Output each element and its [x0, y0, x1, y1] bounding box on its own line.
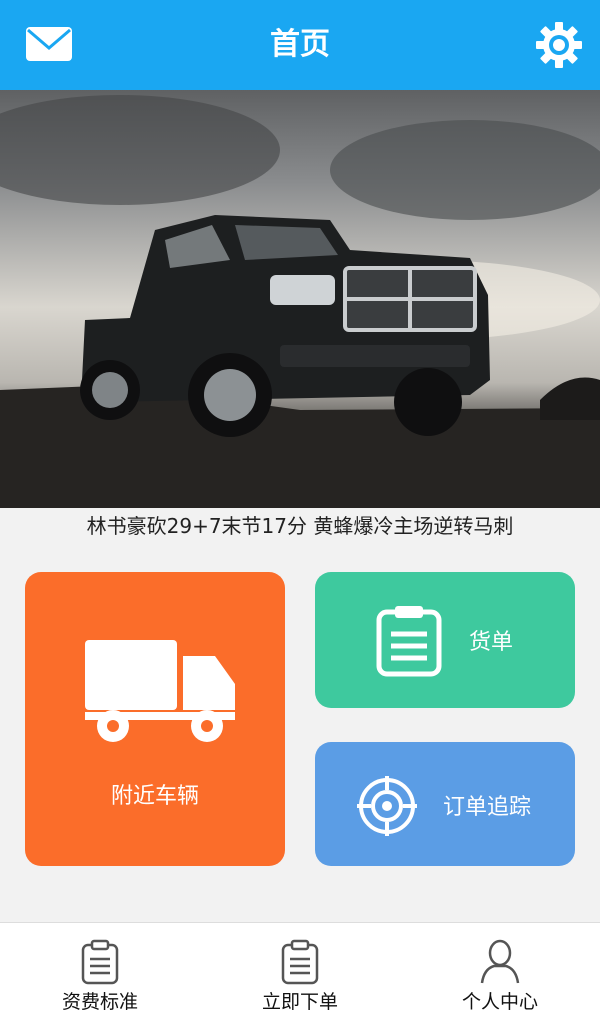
tab-order-now-label: 立即下单 [261, 991, 338, 1013]
clipboard-icon [281, 939, 319, 985]
tab-pricing[interactable]: 资费标准 [0, 923, 200, 1024]
clipboard-icon [376, 606, 442, 677]
user-icon [480, 939, 520, 984]
order-tracking-label: 订单追踪 [443, 795, 532, 820]
nearby-vehicles-tile[interactable]: 附近车辆 [25, 572, 285, 866]
tab-profile[interactable]: 个人中心 [400, 923, 600, 1024]
page-title: 首页 [270, 27, 330, 62]
gear-icon[interactable] [534, 20, 584, 70]
news-ticker[interactable]: 林书豪砍29+7末节17分 黄蜂爆冷主场逆转马刺 [0, 508, 600, 544]
pickup-truck-image [0, 95, 600, 508]
orders-label: 货单 [469, 630, 514, 655]
top-bar: 首页 [0, 0, 600, 90]
clipboard-icon [81, 939, 119, 985]
banner-image[interactable] [0, 90, 600, 508]
order-tracking-tile[interactable]: 订单追踪 [315, 742, 575, 866]
truck-icon [85, 640, 235, 742]
orders-tile[interactable]: 货单 [315, 572, 575, 708]
tab-order-now[interactable]: 立即下单 [200, 923, 400, 1024]
tab-profile-label: 个人中心 [461, 991, 538, 1013]
target-icon [357, 776, 417, 836]
bottom-tab-bar: 资费标准 立即下单 个人中心 [0, 922, 600, 1024]
nearby-vehicles-label: 附近车辆 [110, 784, 199, 809]
tab-pricing-label: 资费标准 [61, 991, 138, 1013]
